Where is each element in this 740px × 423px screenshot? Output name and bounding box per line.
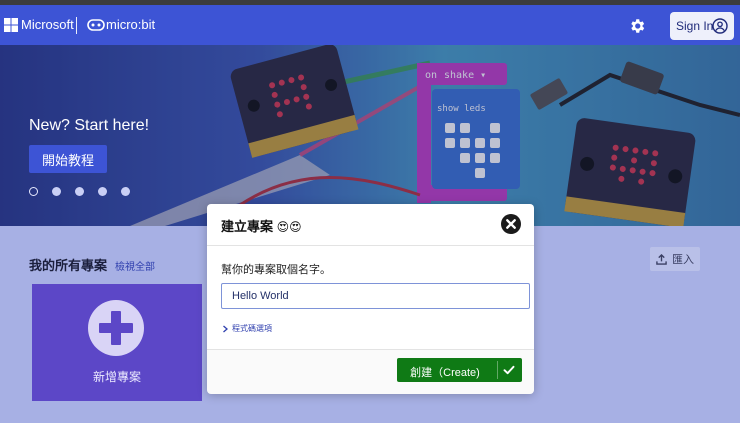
sign-in-label: Sign In (676, 19, 714, 33)
dialog-header: 建立專案 😍😍 (207, 204, 534, 246)
start-tutorial-button[interactable]: 開始教程 (29, 145, 107, 173)
create-label: 創建（Create) (410, 367, 480, 379)
carousel-dot-3[interactable] (75, 187, 84, 196)
new-project-label: 新增專案 (92, 370, 141, 384)
carousel-dot-1[interactable] (29, 187, 38, 196)
import-button[interactable]: 匯入 (650, 247, 700, 271)
new-project-card[interactable]: 新增專案 (32, 284, 202, 401)
carousel-dots (29, 187, 130, 196)
dialog-title-text: 建立專案 (221, 219, 274, 234)
chevron-right-icon (223, 325, 228, 332)
hero-title: New? Start here! (29, 117, 150, 134)
gear-icon[interactable] (628, 17, 646, 35)
microsoft-label[interactable]: Microsoft (21, 18, 74, 32)
hero-overlay (0, 45, 740, 226)
page: Microsoft micro:bit Sign In on shake ▾ s… (0, 0, 740, 423)
hero-banner: on shake ▾ show leds New? Start here! 開始… (0, 45, 740, 226)
carousel-dot-4[interactable] (98, 187, 107, 196)
code-options-toggle[interactable]: 程式碼選項 (222, 323, 272, 334)
plus-icon (88, 300, 144, 356)
microbit-label[interactable]: micro:bit (106, 18, 155, 32)
create-project-dialog: 建立專案 😍😍 幫你的專案取個名字。 程式碼選項 創建（Create) (207, 204, 534, 394)
carousel-dot-2[interactable] (52, 187, 61, 196)
dialog-prompt: 幫你的專案取個名字。 (221, 264, 331, 276)
sign-in-button[interactable]: Sign In (670, 12, 734, 40)
project-name-input[interactable] (221, 283, 530, 309)
close-icon (506, 219, 516, 229)
dialog-title-emoji: 😍😍 (276, 220, 302, 234)
header-divider (76, 17, 77, 34)
microbit-logo-icon[interactable] (87, 19, 105, 31)
dialog-title: 建立專案 😍😍 (221, 216, 302, 235)
view-all-link[interactable]: 檢視全部 (115, 258, 155, 273)
check-icon (503, 365, 515, 375)
carousel-dot-5[interactable] (121, 187, 130, 196)
import-icon (656, 253, 667, 265)
header-bar: Microsoft micro:bit Sign In (0, 5, 740, 45)
microsoft-logo-icon[interactable] (4, 18, 18, 32)
close-button[interactable] (501, 214, 521, 234)
user-icon (712, 18, 728, 34)
import-label: 匯入 (672, 254, 694, 266)
create-divider (497, 361, 498, 379)
create-button[interactable]: 創建（Create) (397, 358, 522, 382)
projects-title: 我的所有專案 (29, 258, 108, 273)
code-options-label: 程式碼選項 (232, 324, 272, 333)
